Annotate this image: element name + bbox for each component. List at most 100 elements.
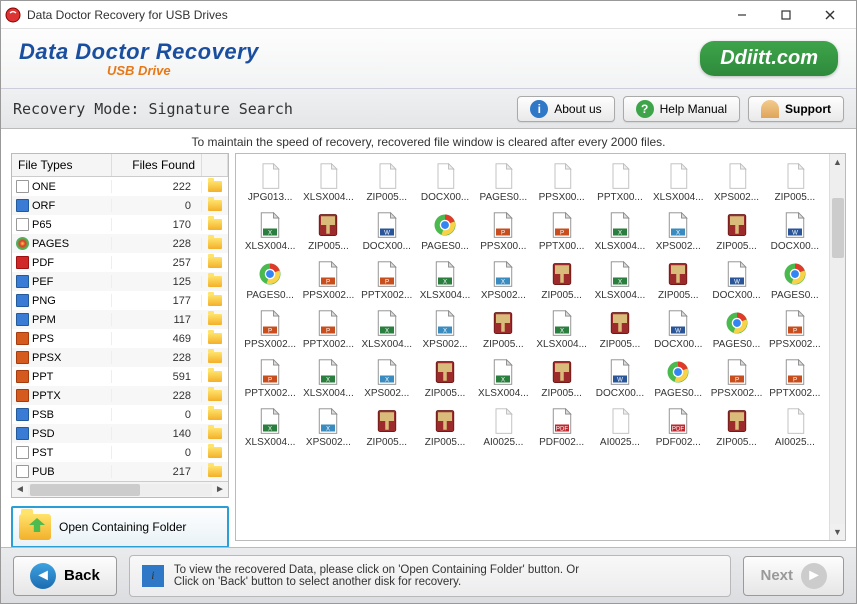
file-type-row[interactable]: PNG177 [12, 291, 228, 310]
file-type-row[interactable]: PEF125 [12, 272, 228, 291]
file-item[interactable]: WDOCX00... [708, 258, 764, 301]
col-header-type[interactable]: File Types [12, 154, 112, 176]
file-item[interactable]: PDFPDF002... [650, 405, 706, 448]
file-item[interactable]: XXLSX004... [300, 356, 356, 399]
file-item[interactable]: PPTX00... [592, 160, 648, 203]
file-item[interactable]: WDOCX00... [592, 356, 648, 399]
file-item[interactable]: PPPTX002... [242, 356, 298, 399]
file-item[interactable]: PPSX00... [533, 160, 589, 203]
about-us-button[interactable]: i About us [517, 96, 614, 122]
file-item[interactable]: AI0025... [592, 405, 648, 448]
file-item[interactable]: ZIP005... [359, 405, 415, 448]
file-item[interactable]: WDOCX00... [359, 209, 415, 252]
file-item[interactable]: PPPSX002... [300, 258, 356, 301]
file-item[interactable]: PAGES0... [767, 258, 823, 301]
folder-icon[interactable] [208, 409, 222, 420]
file-item[interactable]: XXLSX004... [242, 405, 298, 448]
file-type-row[interactable]: PPTX228 [12, 386, 228, 405]
file-type-row[interactable]: PDF257 [12, 253, 228, 272]
file-item[interactable]: ZIP005... [475, 307, 531, 350]
file-item[interactable]: XLSX004... [300, 160, 356, 203]
open-containing-folder-button[interactable]: Open Containing Folder [11, 506, 229, 548]
folder-icon[interactable] [208, 200, 222, 211]
file-item[interactable]: PPPTX002... [300, 307, 356, 350]
file-type-row[interactable]: PSD140 [12, 424, 228, 443]
file-item[interactable]: XXPS002... [650, 209, 706, 252]
file-item[interactable]: XXPS002... [417, 307, 473, 350]
scroll-right-arrow[interactable]: ► [212, 484, 228, 495]
file-item[interactable]: XXLSX004... [592, 258, 648, 301]
folder-icon[interactable] [208, 390, 222, 401]
file-types-list[interactable]: ONE222ORF0P65170PAGES228PDF257PEF125PNG1… [12, 177, 228, 481]
folder-icon[interactable] [208, 238, 222, 249]
help-manual-button[interactable]: ? Help Manual [623, 96, 740, 122]
file-item[interactable]: ZIP005... [592, 307, 648, 350]
file-item[interactable]: ZIP005... [533, 258, 589, 301]
file-grid[interactable]: JPG013...XLSX004...ZIP005...DOCX00...PAG… [242, 160, 823, 448]
file-item[interactable]: WDOCX00... [650, 307, 706, 350]
file-item[interactable]: PAGES0... [242, 258, 298, 301]
maximize-button[interactable] [764, 2, 808, 28]
file-item[interactable]: AI0025... [767, 405, 823, 448]
scroll-up-arrow[interactable]: ▲ [830, 154, 845, 170]
file-item[interactable]: PPPSX002... [767, 307, 823, 350]
file-item[interactable]: PAGES0... [650, 356, 706, 399]
folder-icon[interactable] [208, 371, 222, 382]
file-type-row[interactable]: PAGES228 [12, 234, 228, 253]
hscroll-thumb[interactable] [30, 484, 140, 496]
file-item[interactable]: PPPTX00... [533, 209, 589, 252]
folder-icon[interactable] [208, 447, 222, 458]
file-item[interactable]: ZIP005... [417, 356, 473, 399]
scroll-left-arrow[interactable]: ◄ [12, 484, 28, 495]
col-header-found[interactable]: Files Found [112, 154, 202, 176]
folder-icon[interactable] [208, 295, 222, 306]
file-item[interactable]: PPPSX00... [475, 209, 531, 252]
file-item[interactable]: ZIP005... [417, 405, 473, 448]
close-button[interactable] [808, 2, 852, 28]
folder-icon[interactable] [208, 181, 222, 192]
file-item[interactable]: XXLSX004... [592, 209, 648, 252]
file-item[interactable]: ZIP005... [767, 160, 823, 203]
minimize-button[interactable] [720, 2, 764, 28]
folder-icon[interactable] [208, 257, 222, 268]
support-button[interactable]: Support [748, 96, 844, 122]
file-type-row[interactable]: PST0 [12, 443, 228, 462]
file-item[interactable]: PAGES0... [708, 307, 764, 350]
file-item[interactable]: XXLSX004... [417, 258, 473, 301]
file-item[interactable]: PPPTX002... [359, 258, 415, 301]
file-item[interactable]: ZIP005... [533, 356, 589, 399]
file-type-row[interactable]: PPM117 [12, 310, 228, 329]
file-item[interactable]: ZIP005... [359, 160, 415, 203]
folder-icon[interactable] [208, 276, 222, 287]
file-item[interactable]: ZIP005... [650, 258, 706, 301]
folder-icon[interactable] [208, 333, 222, 344]
file-item[interactable]: XXPS002... [359, 356, 415, 399]
file-item[interactable]: AI0025... [475, 405, 531, 448]
folder-icon[interactable] [208, 314, 222, 325]
back-button[interactable]: ◄ Back [13, 556, 117, 596]
file-type-row[interactable]: PSB0 [12, 405, 228, 424]
file-item[interactable]: PPPSX002... [242, 307, 298, 350]
file-item[interactable]: XXPS002... [300, 405, 356, 448]
file-item[interactable]: JPG013... [242, 160, 298, 203]
file-type-row[interactable]: ONE222 [12, 177, 228, 196]
file-item[interactable]: DOCX00... [417, 160, 473, 203]
file-type-row[interactable]: PUB217 [12, 462, 228, 481]
file-item[interactable]: ZIP005... [300, 209, 356, 252]
file-item[interactable]: PPPSX002... [708, 356, 764, 399]
folder-icon[interactable] [208, 428, 222, 439]
scroll-down-arrow[interactable]: ▼ [830, 524, 845, 540]
file-type-row[interactable]: ORF0 [12, 196, 228, 215]
folder-icon[interactable] [208, 466, 222, 477]
file-item[interactable]: XXLSX004... [475, 356, 531, 399]
next-button[interactable]: Next ► [743, 556, 844, 596]
file-item[interactable]: PAGES0... [417, 209, 473, 252]
file-type-row[interactable]: P65170 [12, 215, 228, 234]
file-type-row[interactable]: PPT591 [12, 367, 228, 386]
file-item[interactable]: XXLSX004... [242, 209, 298, 252]
file-types-hscroll[interactable]: ◄ ► [12, 481, 228, 497]
file-item[interactable]: ZIP005... [708, 209, 764, 252]
file-item[interactable]: XXLSX004... [359, 307, 415, 350]
file-item[interactable]: PAGES0... [475, 160, 531, 203]
vscroll-thumb[interactable] [832, 198, 844, 258]
